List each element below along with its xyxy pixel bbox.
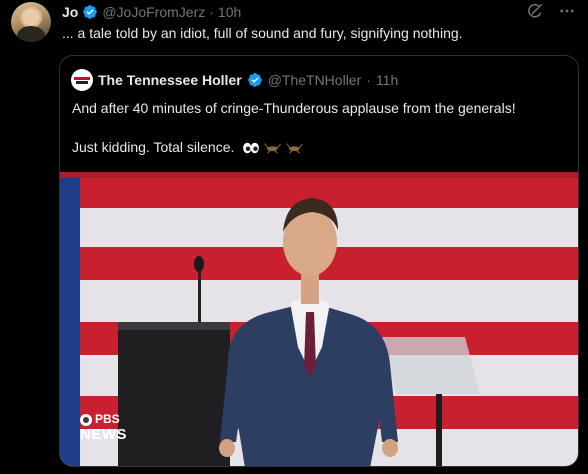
cricket-emoji-icon (264, 143, 282, 154)
verified-badge-icon (83, 5, 98, 19)
watermark-top-text: PBS (95, 412, 120, 426)
more-icon[interactable] (558, 2, 576, 20)
tweet[interactable]: Jo @JoJoFromJerz · 10h ... a tale told b… (0, 0, 588, 474)
verified-badge-icon (247, 73, 262, 87)
author-name[interactable]: Jo (62, 4, 78, 20)
tweet-header: Jo @JoJoFromJerz · 10h (62, 3, 241, 21)
quoted-avatar[interactable] (71, 69, 93, 91)
quoted-header: The Tennessee Holler @TheTNHoller · 11h (71, 69, 398, 91)
quoted-author-handle[interactable]: @TheTNHoller (268, 72, 362, 88)
quoted-text-line-2: Just kidding. Total silence. (72, 138, 572, 157)
separator-dot: · (366, 72, 371, 88)
quoted-text-line-2-text: Just kidding. Total silence. (72, 139, 235, 155)
separator-dot: · (209, 4, 214, 20)
timestamp[interactable]: 10h (218, 4, 241, 20)
tweet-actions (526, 2, 576, 20)
video-media[interactable]: PBS NEWS (60, 172, 578, 466)
cricket-emoji-icon (286, 143, 304, 154)
video-frame (60, 172, 578, 466)
quoted-text-line-1: And after 40 minutes of cringe-Thunderou… (72, 100, 516, 116)
tweet-text: ... a tale told by an idiot, full of sou… (62, 25, 463, 41)
quoted-tweet[interactable]: The Tennessee Holler @TheTNHoller · 11h … (59, 55, 579, 467)
watermark-bottom-text: NEWS (80, 426, 127, 443)
emoji-row (242, 141, 304, 155)
quoted-author-name[interactable]: The Tennessee Holler (98, 72, 242, 88)
pbs-news-watermark: PBS NEWS (80, 412, 127, 442)
author-handle[interactable]: @JoJoFromJerz (102, 4, 205, 20)
quoted-timestamp[interactable]: 11h (376, 72, 398, 88)
quoted-text: And after 40 minutes of cringe-Thunderou… (72, 99, 572, 157)
pbs-logo-icon (80, 413, 92, 426)
eyes-emoji-icon (243, 143, 260, 154)
grok-icon[interactable] (526, 2, 544, 20)
avatar[interactable] (11, 2, 51, 42)
